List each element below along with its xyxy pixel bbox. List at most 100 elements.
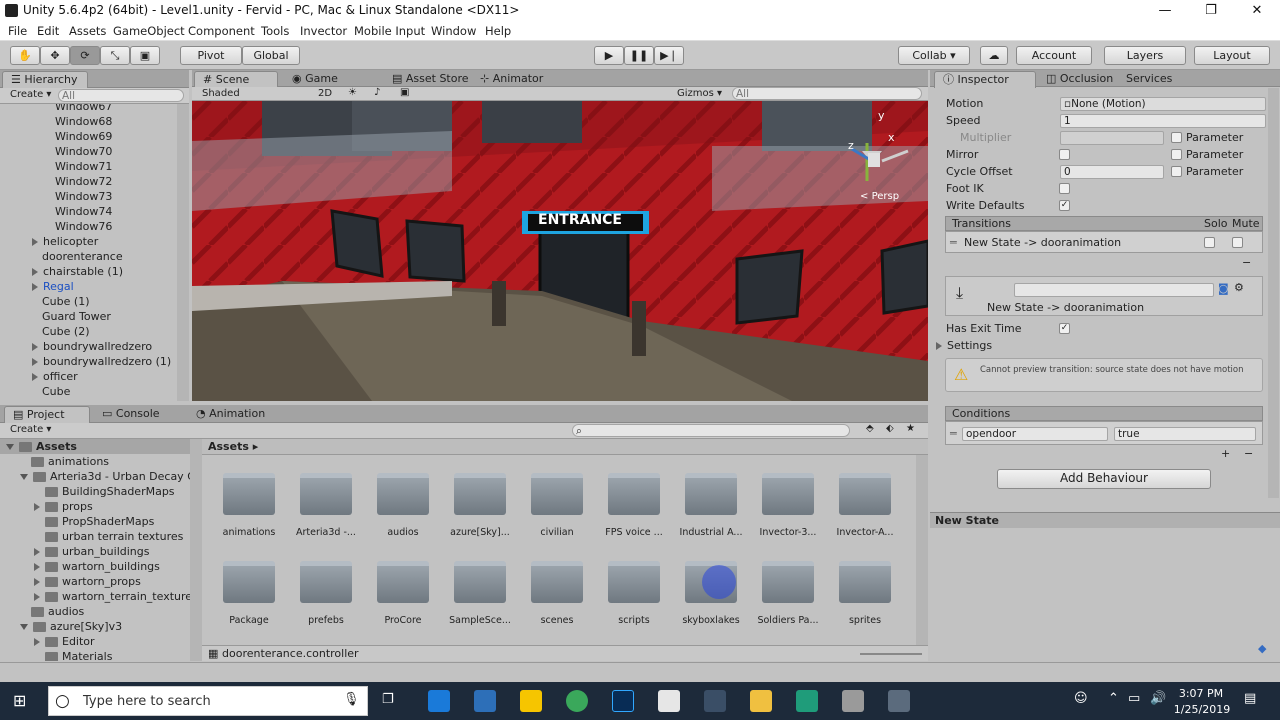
chevron-right-icon[interactable] (34, 503, 40, 511)
taskbar-search-box[interactable]: ○ Type here to search 🎙 (48, 686, 368, 716)
asset-folder[interactable]: audios (368, 473, 438, 538)
project-folder-item[interactable]: Materials (34, 649, 112, 661)
microphone-icon[interactable]: 🎙 (343, 692, 360, 707)
menu-component[interactable]: Component (188, 24, 255, 38)
layout-dropdown[interactable]: Layout (1194, 46, 1270, 65)
windows-start-icon[interactable]: ⊞ (13, 691, 26, 710)
menu-mobile-input[interactable]: Mobile Input (354, 24, 425, 38)
hierarchy-item[interactable]: Window76 (55, 219, 112, 234)
asset-folder[interactable]: Package (214, 561, 284, 626)
play-button[interactable]: ▶ (594, 46, 624, 65)
hierarchy-item[interactable]: Window73 (55, 189, 112, 204)
cycle-offset-field[interactable]: 0 (1060, 165, 1164, 179)
tab-asset-store[interactable]: ▤ Asset Store (384, 71, 477, 88)
edge-icon[interactable] (428, 690, 450, 712)
show-hidden-icons[interactable]: ⌃ (1108, 691, 1119, 706)
hierarchy-item[interactable]: Window69 (55, 129, 112, 144)
tab-game[interactable]: ◉ Game (284, 71, 346, 88)
asset-grid-scrollbar[interactable] (916, 455, 928, 645)
network-icon[interactable]: ▭ (1128, 691, 1140, 706)
collab-notify-icon[interactable]: ◆ (1258, 642, 1266, 655)
task-view-icon[interactable]: ❐ (382, 692, 394, 707)
chevron-right-icon[interactable] (34, 578, 40, 586)
menu-edit[interactable]: Edit (37, 24, 59, 38)
hierarchy-item[interactable]: Window68 (55, 114, 112, 129)
close-button[interactable]: ✕ (1234, 0, 1280, 21)
has-exit-time-checkbox[interactable]: ✓ (1059, 323, 1070, 334)
chevron-right-icon[interactable] (32, 283, 38, 291)
tab-inspector[interactable]: ⓘ Inspector (934, 71, 1036, 88)
project-folder-item[interactable]: azure[Sky]v3 (20, 619, 122, 634)
project-folder-item[interactable]: Editor (34, 634, 95, 649)
audio-icon[interactable]: ♪ (374, 87, 380, 98)
menu-invector[interactable]: Invector (300, 24, 347, 38)
gear-icon[interactable]: ⚙ (1234, 281, 1244, 294)
filter-label-icon[interactable]: ⬖ (886, 423, 894, 434)
tab-scene[interactable]: # Scene (194, 71, 278, 88)
hierarchy-item[interactable]: Window74 (55, 204, 112, 219)
hierarchy-item[interactable]: Window71 (55, 159, 112, 174)
scale-tool-button[interactable]: ⤡ (100, 46, 130, 65)
persp-label[interactable]: < Persp (860, 191, 899, 202)
chrome-icon[interactable] (566, 690, 588, 712)
hierarchy-item[interactable]: Guard Tower (42, 309, 111, 324)
tab-services[interactable]: Services (1118, 71, 1180, 88)
hierarchy-item[interactable]: Window72 (55, 174, 112, 189)
asset-folder[interactable]: Soldiers Pa... (753, 561, 823, 626)
tab-occlusion[interactable]: ◫ Occlusion (1038, 71, 1121, 88)
filter-type-icon[interactable]: ⬘ (866, 423, 874, 434)
photoshop-icon[interactable] (612, 690, 634, 712)
asset-folder[interactable]: prefebs (291, 561, 361, 626)
project-folder-item[interactable]: wartorn_terrain_texture (34, 589, 190, 604)
taskbar-time[interactable]: 3:07 PM (1176, 687, 1226, 700)
menu-gameobject[interactable]: GameObject (113, 24, 185, 38)
hierarchy-item[interactable]: Cube (42, 384, 70, 399)
tab-animation[interactable]: ◔ Animation (188, 406, 273, 423)
mirror-parameter-checkbox[interactable] (1171, 149, 1182, 160)
rect-tool-button[interactable]: ▣ (130, 46, 160, 65)
tab-animator[interactable]: ⊹ Animator (472, 71, 551, 88)
tab-console[interactable]: ▭ Console (94, 406, 168, 423)
hierarchy-item[interactable]: Regal (32, 279, 74, 294)
chevron-down-icon[interactable] (20, 474, 28, 480)
multiplier-parameter-checkbox[interactable] (1171, 132, 1182, 143)
hierarchy-item[interactable]: helicopter (32, 234, 98, 249)
condition-add-button[interactable]: + (1221, 447, 1230, 460)
effects-icon[interactable]: ▣ (400, 87, 409, 98)
mute-checkbox[interactable] (1232, 237, 1243, 248)
minimize-button[interactable]: — (1142, 0, 1188, 21)
app-misc-icon[interactable] (888, 690, 910, 712)
pivot-button[interactable]: Pivot (180, 46, 242, 65)
transition-remove-button[interactable]: − (1242, 256, 1251, 269)
unity-taskbar-icon[interactable] (704, 690, 726, 712)
project-folder-item[interactable]: animations (20, 454, 109, 469)
chevron-right-icon[interactable] (34, 563, 40, 571)
project-folder-item[interactable]: wartorn_buildings (34, 559, 160, 574)
hierarchy-item[interactable]: officer (32, 369, 78, 384)
volume-icon[interactable]: 🔊 (1150, 691, 1166, 706)
file-explorer-icon[interactable] (750, 690, 772, 712)
hierarchy-item[interactable]: doorenterance (42, 249, 123, 264)
mode-2d-toggle[interactable]: 2D (318, 88, 332, 99)
speed-field[interactable]: 1 (1060, 114, 1266, 128)
menu-help[interactable]: Help (485, 24, 511, 38)
calculator-icon[interactable] (842, 690, 864, 712)
project-folder-item[interactable]: BuildingShaderMaps (34, 484, 175, 499)
project-folder-item[interactable]: props (34, 499, 93, 514)
taskbar-date[interactable]: 1/25/2019 (1172, 703, 1232, 716)
favorite-star-icon[interactable]: ★ (906, 423, 915, 434)
scene-viewport[interactable]: y x z ENTRANCE < Persp (192, 101, 928, 401)
gizmos-dropdown[interactable]: Gizmos ▾ (677, 88, 722, 99)
project-folder-item[interactable]: PropShaderMaps (34, 514, 154, 529)
condition-value-dropdown[interactable]: true (1114, 427, 1256, 441)
shading-dropdown[interactable]: Shaded (202, 88, 240, 99)
pause-button[interactable]: ❚❚ (624, 46, 654, 65)
hand-tool-button[interactable]: ✋ (10, 46, 40, 65)
tab-project[interactable]: ▤ Project (4, 406, 90, 423)
asset-folder[interactable]: SampleSce... (445, 561, 515, 626)
inspector-scrollbar[interactable] (1268, 88, 1279, 498)
asset-folder[interactable]: scenes (522, 561, 592, 626)
hierarchy-search-input[interactable]: All (58, 89, 184, 102)
asset-folder[interactable]: sprites (830, 561, 900, 626)
asset-folder[interactable]: azure[Sky]... (445, 473, 515, 538)
